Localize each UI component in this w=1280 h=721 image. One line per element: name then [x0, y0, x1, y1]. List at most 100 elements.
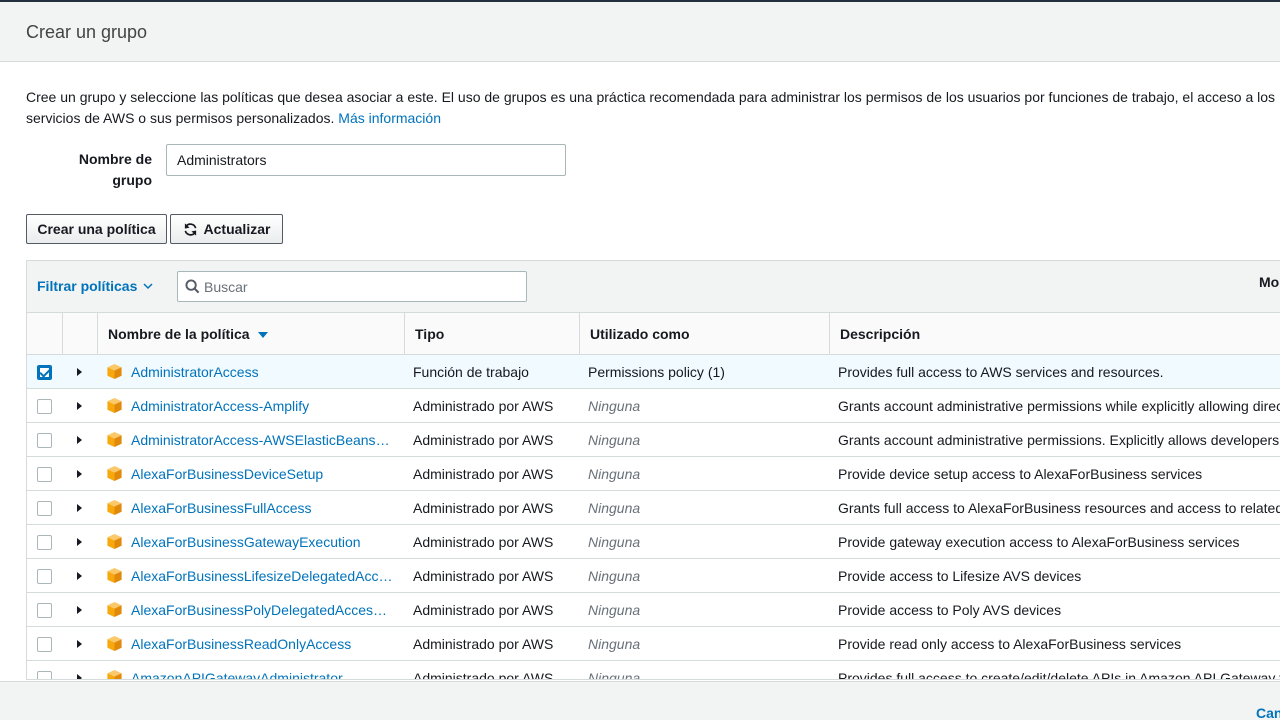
row-checkbox[interactable] [37, 603, 52, 618]
header-policy-name-label: Nombre de la política [108, 326, 250, 342]
header-description-label: Descripción [840, 326, 921, 342]
policy-box-icon [106, 431, 123, 453]
policy-description: Provide access to Poly AVS devices [838, 602, 1062, 618]
refresh-button[interactable]: Actualizar [170, 214, 283, 244]
policies-table: Filtrar políticas Mo Nombre de la políti… [26, 260, 1280, 680]
header-description[interactable]: Descripción [829, 313, 1280, 355]
policy-used-as: Ninguna [588, 602, 641, 618]
policy-name-link[interactable]: AlexaForBusinessLifesizeDelegatedAcce... [131, 559, 393, 593]
row-checkbox[interactable] [37, 535, 52, 550]
search-input[interactable] [202, 272, 522, 301]
filter-policies-dropdown[interactable]: Filtrar políticas [37, 278, 153, 294]
policy-box-icon [106, 533, 123, 555]
policy-box-icon [106, 601, 123, 623]
expand-caret-icon[interactable] [77, 606, 82, 614]
policy-type: Administrado por AWS [413, 636, 554, 652]
policy-name-link[interactable]: AlexaForBusinessGatewayExecution [131, 525, 393, 559]
policy-box-icon [106, 499, 123, 521]
header-used-as-label: Utilizado como [590, 326, 690, 342]
policy-type: Administrado por AWS [413, 534, 554, 550]
policy-used-as: Ninguna [588, 398, 641, 414]
policy-name-link[interactable]: AdministratorAccess-AWSElasticBeansta... [131, 423, 393, 457]
more-info-link[interactable]: Más información [338, 110, 441, 126]
intro-description: Cree un grupo y seleccione las políticas… [26, 89, 1276, 126]
table-row[interactable]: AlexaForBusinessDeviceSetup Administrado … [27, 457, 1280, 491]
filter-policies-label: Filtrar políticas [37, 278, 138, 294]
show-label[interactable]: Mo [1259, 274, 1279, 290]
expand-caret-icon[interactable] [77, 436, 82, 444]
table-row[interactable]: AdministratorAccess-Amplify Administrado … [27, 389, 1280, 423]
policy-description: Grants account administrative permission… [838, 432, 1280, 448]
policy-description: Provide read only access to AlexaForBusi… [838, 636, 1182, 652]
table-row[interactable]: AlexaForBusinessGatewayExecution Administ… [27, 525, 1280, 559]
policy-used-as: Ninguna [588, 670, 641, 680]
policy-type: Administrado por AWS [413, 432, 554, 448]
sort-desc-icon [257, 332, 268, 339]
table-row[interactable]: AlexaForBusinessFullAccess Administrado p… [27, 491, 1280, 525]
modal-header: Crear un grupo [0, 2, 1280, 62]
table-row[interactable]: AlexaForBusinessLifesizeDelegatedAcce...… [27, 559, 1280, 593]
header-expand [62, 313, 97, 355]
expand-caret-icon[interactable] [77, 674, 82, 679]
row-checkbox[interactable] [37, 433, 52, 448]
cancel-button[interactable]: Cancelar [1256, 705, 1280, 721]
expand-caret-icon[interactable] [77, 538, 82, 546]
policy-used-as: Ninguna [588, 636, 641, 652]
policy-description: Provide gateway execution access to Alex… [838, 534, 1240, 550]
expand-caret-icon[interactable] [77, 572, 82, 580]
intro-text: Cree un grupo y seleccione las políticas… [26, 87, 1280, 129]
modal-title: Crear un grupo [26, 22, 148, 42]
table-row[interactable]: AdministratorAccess-AWSElasticBeansta...… [27, 423, 1280, 457]
policy-name-link[interactable]: AlexaForBusinessDeviceSetup [131, 457, 393, 491]
row-checkbox[interactable] [37, 501, 52, 516]
group-name-label: Nombre de grupo [78, 151, 152, 188]
row-checkbox[interactable] [37, 365, 52, 380]
expand-caret-icon[interactable] [77, 470, 82, 478]
policy-used-as: Ninguna [588, 568, 641, 584]
table-row[interactable]: AmazonAPIGatewayAdministrator Administrad… [27, 661, 1280, 680]
row-checkbox[interactable] [37, 399, 52, 414]
policy-description: Provide device setup access to AlexaForB… [838, 466, 1203, 482]
row-checkbox[interactable] [37, 467, 52, 482]
policy-used-as: Ninguna [588, 466, 641, 482]
row-checkbox[interactable] [37, 671, 52, 679]
policy-type: Función de trabajo [413, 364, 529, 380]
policy-description: Provides full access to AWS services and… [838, 364, 1164, 380]
policy-used-as: Ninguna [588, 432, 641, 448]
header-policy-name[interactable]: Nombre de la política [97, 313, 404, 355]
policy-type: Administrado por AWS [413, 466, 554, 482]
policy-name-link[interactable]: AdministratorAccess [131, 355, 393, 389]
group-name-input[interactable] [166, 144, 566, 176]
expand-caret-icon[interactable] [77, 504, 82, 512]
table-header: Nombre de la política Tipo Utilizado com… [27, 313, 1280, 355]
create-policy-button[interactable]: Crear una política [26, 214, 167, 244]
policy-description: Grants account administrative permission… [838, 398, 1280, 414]
policy-used-as: Ninguna [588, 534, 641, 550]
expand-caret-icon[interactable] [77, 368, 82, 376]
header-type[interactable]: Tipo [404, 313, 579, 355]
table-row[interactable]: AlexaForBusinessReadOnlyAccess Administra… [27, 627, 1280, 661]
row-checkbox[interactable] [37, 637, 52, 652]
policy-name-link[interactable]: AdministratorAccess-Amplify [131, 389, 393, 423]
table-row[interactable]: AdministratorAccess Función de trabajo Per… [27, 355, 1280, 389]
policy-name-link[interactable]: AlexaForBusinessPolyDelegatedAccessP... [131, 593, 393, 627]
policy-box-icon [106, 635, 123, 657]
policy-description: Grants full access to AlexaForBusiness r… [838, 500, 1280, 516]
header-used-as[interactable]: Utilizado como [579, 313, 829, 355]
policy-box-icon [106, 465, 123, 487]
expand-caret-icon[interactable] [77, 640, 82, 648]
expand-caret-icon[interactable] [77, 402, 82, 410]
table-row[interactable]: AlexaForBusinessPolyDelegatedAccessP... A… [27, 593, 1280, 627]
policy-name-link[interactable]: AlexaForBusinessFullAccess [131, 491, 393, 525]
row-checkbox[interactable] [37, 569, 52, 584]
policy-used-as: Ninguna [588, 500, 641, 516]
refresh-button-label: Actualizar [203, 221, 271, 237]
policy-type: Administrado por AWS [413, 670, 554, 680]
policy-type: Administrado por AWS [413, 568, 554, 584]
policy-name-link[interactable]: AlexaForBusinessReadOnlyAccess [131, 627, 393, 661]
policy-description: Provide access to Lifesize AVS devices [838, 568, 1082, 584]
policy-box-icon [106, 397, 123, 419]
policy-name-link[interactable]: AmazonAPIGatewayAdministrator [131, 661, 393, 679]
chevron-down-icon [143, 282, 153, 289]
modal-footer: Cancelar [0, 681, 1280, 721]
